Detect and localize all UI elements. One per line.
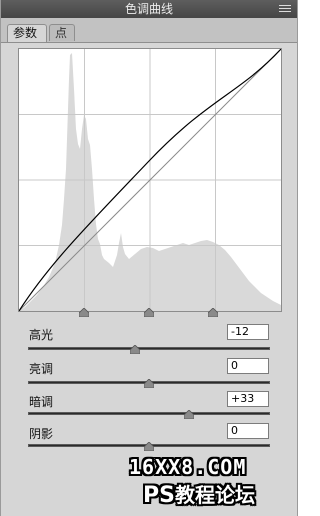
split-point-midtones[interactable] [144, 308, 154, 317]
highlights-input[interactable]: -12 [227, 324, 269, 340]
lights-slider-knob[interactable] [144, 379, 154, 388]
highlights-slider-track[interactable] [28, 347, 270, 350]
watermark-ps: PS [143, 483, 175, 508]
shadows-label: 阴影 [29, 427, 54, 441]
panel-title: 色调曲线 [124, 2, 173, 16]
highlights-slider-knob[interactable] [130, 345, 140, 354]
curve-graph[interactable] [18, 48, 282, 312]
lights-label: 亮调 [29, 362, 54, 376]
darks-label: 暗调 [29, 395, 54, 409]
panel-titlebar: 色调曲线 [1, 0, 297, 18]
lights-input[interactable]: 0 [227, 358, 269, 374]
tone-curve-panel: 色调曲线 参数 点 高光 -12 亮调 0 暗调 +33 阴影 0 16XX8.… [0, 0, 298, 516]
tab-bar: 参数 点 [1, 18, 297, 43]
site-watermark: 16XX8.COM PS教程论坛 [129, 455, 299, 515]
darks-input[interactable]: +33 [227, 391, 269, 407]
darks-slider-track[interactable] [28, 412, 270, 415]
watermark-url: 16XX8.COM [129, 455, 247, 479]
shadows-input[interactable]: 0 [227, 423, 269, 439]
watermark-forum: 教程论坛 [174, 483, 255, 507]
shadows-slider-knob[interactable] [144, 442, 154, 451]
split-point-shadows[interactable] [79, 308, 89, 317]
highlights-label: 高光 [29, 328, 54, 342]
split-point-highlights[interactable] [208, 308, 218, 317]
tab-parametric[interactable]: 参数 [7, 24, 47, 42]
watermark-title: PS教程论坛 [143, 479, 255, 508]
region-split-points [18, 308, 280, 320]
panel-menu-icon[interactable] [279, 5, 291, 13]
tab-point[interactable]: 点 [49, 24, 75, 41]
darks-slider-knob[interactable] [184, 410, 194, 419]
curve-svg [19, 49, 281, 311]
